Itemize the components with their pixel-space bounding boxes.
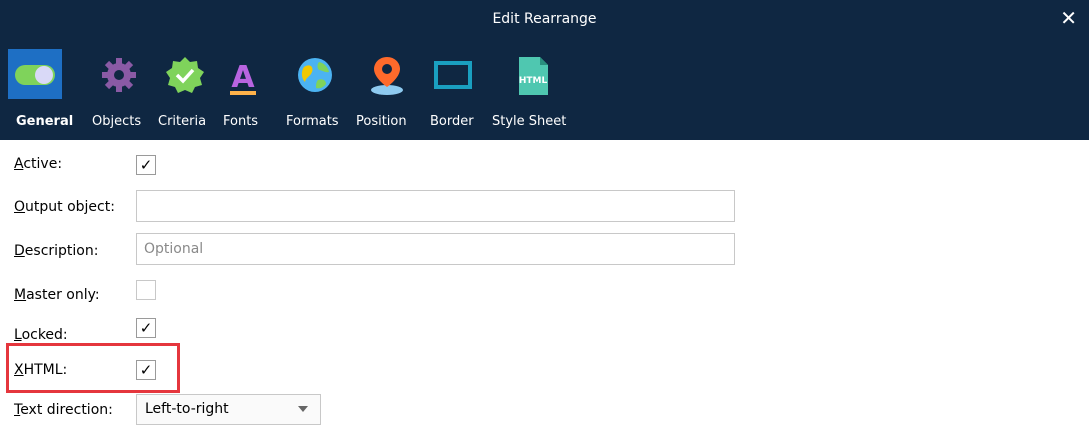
window-title: Edit Rearrange [492, 11, 597, 27]
font-a-icon[interactable]: A [218, 53, 268, 97]
tab-border[interactable]: Border [430, 114, 474, 129]
description-label: Description: [14, 243, 99, 259]
annotation-highlight-box [6, 343, 180, 393]
tab-style-sheet[interactable]: Style Sheet [492, 114, 566, 129]
chevron-down-icon [298, 406, 308, 412]
text-direction-value: Left-to-right [145, 401, 229, 417]
svg-text:HTML: HTML [519, 76, 548, 86]
description-input[interactable] [136, 233, 735, 265]
master-only-label: Master only: [14, 287, 100, 303]
border-box-icon[interactable] [428, 53, 478, 97]
toolbar: A HTML General Objects Criteria Fonts Fo… [0, 43, 1089, 140]
map-pin-icon[interactable] [362, 53, 412, 97]
close-icon[interactable]: ✕ [1060, 6, 1077, 30]
toggle-icon[interactable] [10, 53, 60, 97]
globe-icon[interactable] [290, 53, 340, 97]
locked-checkbox[interactable]: ✓ [136, 318, 156, 338]
text-direction-label: Text direction: [14, 402, 113, 418]
output-object-label: Output object: [14, 199, 115, 215]
badge-check-icon[interactable] [160, 53, 210, 97]
title-bar: Edit Rearrange ✕ [0, 0, 1089, 43]
master-only-checkbox[interactable] [136, 280, 156, 300]
locked-label: Locked: [14, 327, 68, 343]
tab-criteria[interactable]: Criteria [158, 114, 206, 129]
active-label: Active: [14, 156, 63, 172]
output-object-input[interactable] [136, 190, 735, 222]
gear-icon[interactable] [94, 53, 144, 97]
tab-fonts[interactable]: Fonts [223, 114, 258, 129]
active-checkbox[interactable]: ✓ [136, 155, 156, 175]
svg-text:A: A [231, 60, 255, 95]
text-direction-select[interactable]: Left-to-right [136, 394, 321, 425]
tab-position[interactable]: Position [356, 114, 407, 129]
html-file-icon[interactable]: HTML [508, 53, 558, 97]
tab-general[interactable]: General [16, 114, 73, 129]
tab-objects[interactable]: Objects [92, 114, 141, 129]
tab-formats[interactable]: Formats [286, 114, 339, 129]
